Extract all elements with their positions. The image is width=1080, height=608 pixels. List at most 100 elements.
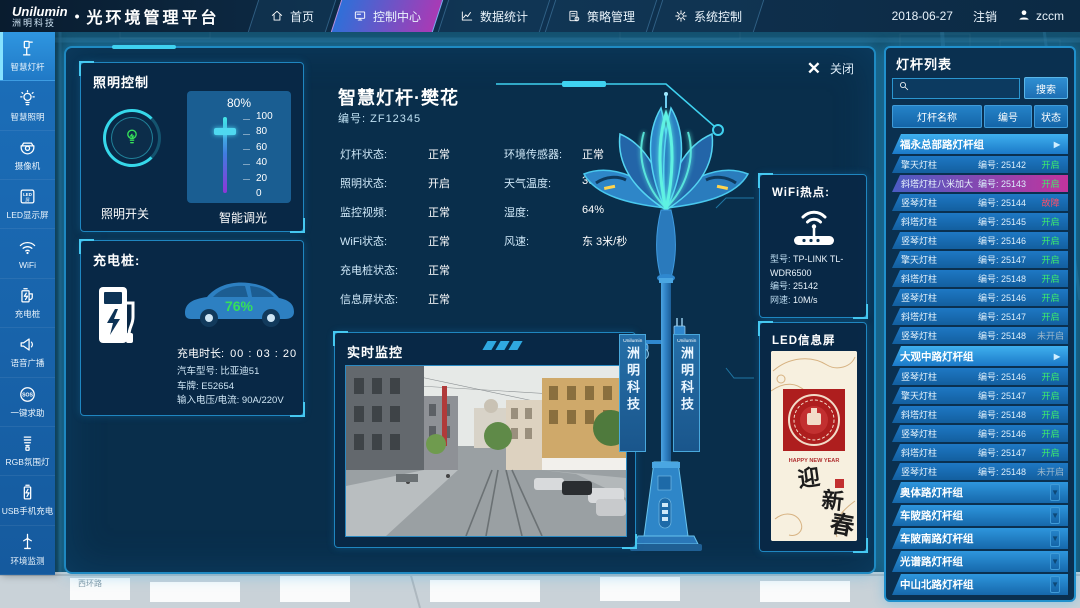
lamp-row[interactable]: 斜塔灯柱 编号: 25145 开启 (892, 213, 1068, 230)
logout-link[interactable]: 注销 (973, 8, 997, 25)
nav-item-0[interactable]: 首页 (247, 0, 335, 32)
close-button[interactable]: ✕ 关闭 (807, 60, 854, 77)
arrow-down-icon: ▼ (1050, 553, 1060, 570)
lamp-row[interactable]: 竖琴灯柱 编号: 25148 未开启 (892, 463, 1068, 480)
light-switch-toggle[interactable] (103, 109, 161, 167)
sidebar-item-2[interactable]: 摄像机 (0, 131, 55, 180)
wifi-hotspot-panel: WiFi热点: 型号: TP-LINK TL-WDR6500 编号: 25142… (759, 174, 867, 318)
lamp-group-header[interactable]: 车陂南路灯杆组 ▼ (892, 528, 1068, 549)
lamp-row[interactable]: 斜塔灯柱 编号: 25147 开启 (892, 444, 1068, 461)
column-code[interactable]: 编号 (984, 105, 1032, 128)
lamp-row[interactable]: 斜塔灯柱 编号: 25147 开启 (892, 308, 1068, 325)
lamp-row[interactable]: 竖琴灯柱 编号: 25146 开启 (892, 232, 1068, 249)
search-icon (898, 79, 910, 97)
sidebar-item-5[interactable]: 充电桩 (0, 279, 55, 328)
lamp-status-badge: 开启 (1033, 234, 1068, 247)
pole-banner: Unilumin 洲明科技 (619, 334, 646, 452)
status-row: 湿度: 64% (504, 204, 627, 220)
map-road-label: 西环路 (78, 578, 102, 589)
lamp-row[interactable]: 擎天灯柱 编号: 25147 开启 (892, 387, 1068, 404)
sidebar: 智慧灯杆 智慧照明 摄像机 LED屏 LED显示屏 WiFi 充电桩 语音广播 … (0, 32, 55, 575)
lamp-group-header[interactable]: 车陂路灯杆组 ▼ (892, 505, 1068, 526)
sidebar-item-6[interactable]: 语音广播 (0, 328, 55, 377)
slider-handle[interactable] (214, 128, 236, 135)
lamp-code: 编号: 25146 (978, 234, 1033, 247)
user-menu[interactable]: zccm (1017, 8, 1064, 25)
sidebar-item-1[interactable]: 智慧照明 (0, 81, 55, 130)
svg-text:LED: LED (23, 192, 32, 197)
pole-banner: Unilumin 洲明科技 (673, 334, 700, 452)
sos-icon: SOS (18, 385, 37, 404)
sidebar-item-7[interactable]: SOS 一键求助 (0, 378, 55, 427)
column-lamp-name[interactable]: 灯杆名称 (892, 105, 982, 128)
nav-item-3[interactable]: 策略管理 (544, 0, 656, 32)
sidebar-item-10[interactable]: 环境监测 (0, 526, 55, 575)
scale-tick-label: 20 (256, 173, 280, 184)
nav-label: 系统控制 (694, 8, 742, 25)
status-row: 天气温度: 36°C (504, 175, 627, 191)
lamp-group-header[interactable]: 光谱路灯杆组 ▼ (892, 551, 1068, 572)
lamp-status-badge: 开启 (1033, 389, 1068, 402)
arrow-right-icon: ▶ (1054, 140, 1060, 149)
lighting-title: 照明控制 (93, 72, 149, 91)
lamp-name: 斜塔灯柱 (892, 446, 978, 459)
lamp-row[interactable]: 竖琴灯柱 编号: 25146 开启 (892, 425, 1068, 442)
lamp-row[interactable]: 竖琴灯柱 编号: 25146 开启 (892, 368, 1068, 385)
close-icon: ✕ (807, 60, 821, 77)
nav-item-2[interactable]: 数据统计 (437, 0, 549, 32)
sidebar-item-4[interactable]: WiFi (0, 229, 55, 278)
lamp-name: 斜塔灯柱 (892, 310, 978, 323)
status-column-right: 环境传感器: 正常 天气温度: 36°C 湿度: 64% 风速: 东 3米/秒 (504, 146, 627, 249)
home-icon (270, 9, 284, 23)
lamp-name: 竖琴灯柱 (892, 196, 978, 209)
lamp-row[interactable]: 斜塔灯柱 编号: 25148 开启 (892, 270, 1068, 287)
sidebar-item-label: LED显示屏 (6, 209, 48, 221)
lamp-status-badge: 开启 (1033, 370, 1068, 383)
lamp-code: 编号: 25147 (978, 253, 1033, 266)
lamp-row[interactable]: 竖琴灯柱 编号: 25148 未开启 (892, 327, 1068, 344)
sidebar-item-label: 环境监测 (10, 555, 44, 567)
column-status[interactable]: 状态 (1034, 105, 1068, 128)
sidebar-item-0[interactable]: 智慧灯杆 (0, 32, 55, 81)
sidebar-item-8[interactable]: RGB氛围灯 (0, 427, 55, 476)
svg-text:春: 春 (828, 508, 857, 541)
realtime-monitor-panel: 实时监控 (334, 332, 636, 548)
lamp-row[interactable]: 斜塔灯柱八米加大 编号: 25143 开启 (892, 175, 1068, 192)
lamp-code: 编号: 25146 (978, 427, 1033, 440)
lamp-code: 编号: 25148 (978, 408, 1033, 421)
charging-car-icon: 76% (177, 271, 299, 338)
dimmer-value: 80% (187, 96, 291, 110)
bulb-icon (122, 126, 142, 151)
lamp-row[interactable]: 擎天灯柱 编号: 25147 开启 (892, 251, 1068, 268)
lamp-row[interactable]: 擎天灯柱 编号: 25142 开启 (892, 156, 1068, 173)
search-input[interactable] (892, 78, 1020, 99)
pole-detail-panel: ✕ 关闭 照明控制 照明开关 80% 100806040200 智能调光 充电桩… (64, 46, 876, 574)
lamp-row[interactable]: 竖琴灯柱 编号: 25144 故障 (892, 194, 1068, 211)
lamp-group-header[interactable]: 大观中路灯杆组 ▶ (892, 346, 1068, 366)
lamp-group-header[interactable]: 中山北路灯杆组 ▼ (892, 574, 1068, 595)
nav-item-1[interactable]: 控制中心 (330, 0, 442, 32)
chevron-decoration (485, 341, 520, 350)
sidebar-item-9[interactable]: USB手机充电 (0, 476, 55, 525)
lamp-row[interactable]: 斜塔灯柱 编号: 25148 开启 (892, 406, 1068, 423)
wifi-title: WiFi热点: (772, 184, 830, 200)
svg-text:HAPPY NEW YEAR: HAPPY NEW YEAR (789, 458, 840, 464)
status-row: 照明状态: 开启 (340, 175, 450, 191)
gear-icon (674, 9, 688, 23)
sidebar-item-label: 充电桩 (15, 308, 41, 320)
lamp-group-header[interactable]: 福永总部路灯杆组 ▶ (892, 134, 1068, 154)
product-title: 光环境管理平台 (87, 4, 220, 28)
sidebar-item-3[interactable]: LED屏 LED显示屏 (0, 180, 55, 229)
nav-item-4[interactable]: 系统控制 (651, 0, 763, 32)
lamp-status-badge: 故障 (1033, 196, 1068, 209)
dimmer-slider: 80% 100806040200 (187, 91, 291, 203)
sidebar-item-label: WiFi (19, 260, 36, 270)
status-row: 风速: 东 3米/秒 (504, 233, 627, 249)
lamp-list-title: 灯杆列表 (886, 48, 1074, 77)
search-button[interactable]: 搜索 (1024, 77, 1068, 99)
lamp-group-header[interactable]: 奥体路灯杆组 ▼ (892, 482, 1068, 503)
status-row: WiFi状态: 正常 (340, 233, 450, 249)
lamp-status-badge: 未开启 (1033, 329, 1068, 342)
lamp-status-badge: 开启 (1033, 158, 1068, 171)
lamp-row[interactable]: 竖琴灯柱 编号: 25146 开启 (892, 289, 1068, 306)
